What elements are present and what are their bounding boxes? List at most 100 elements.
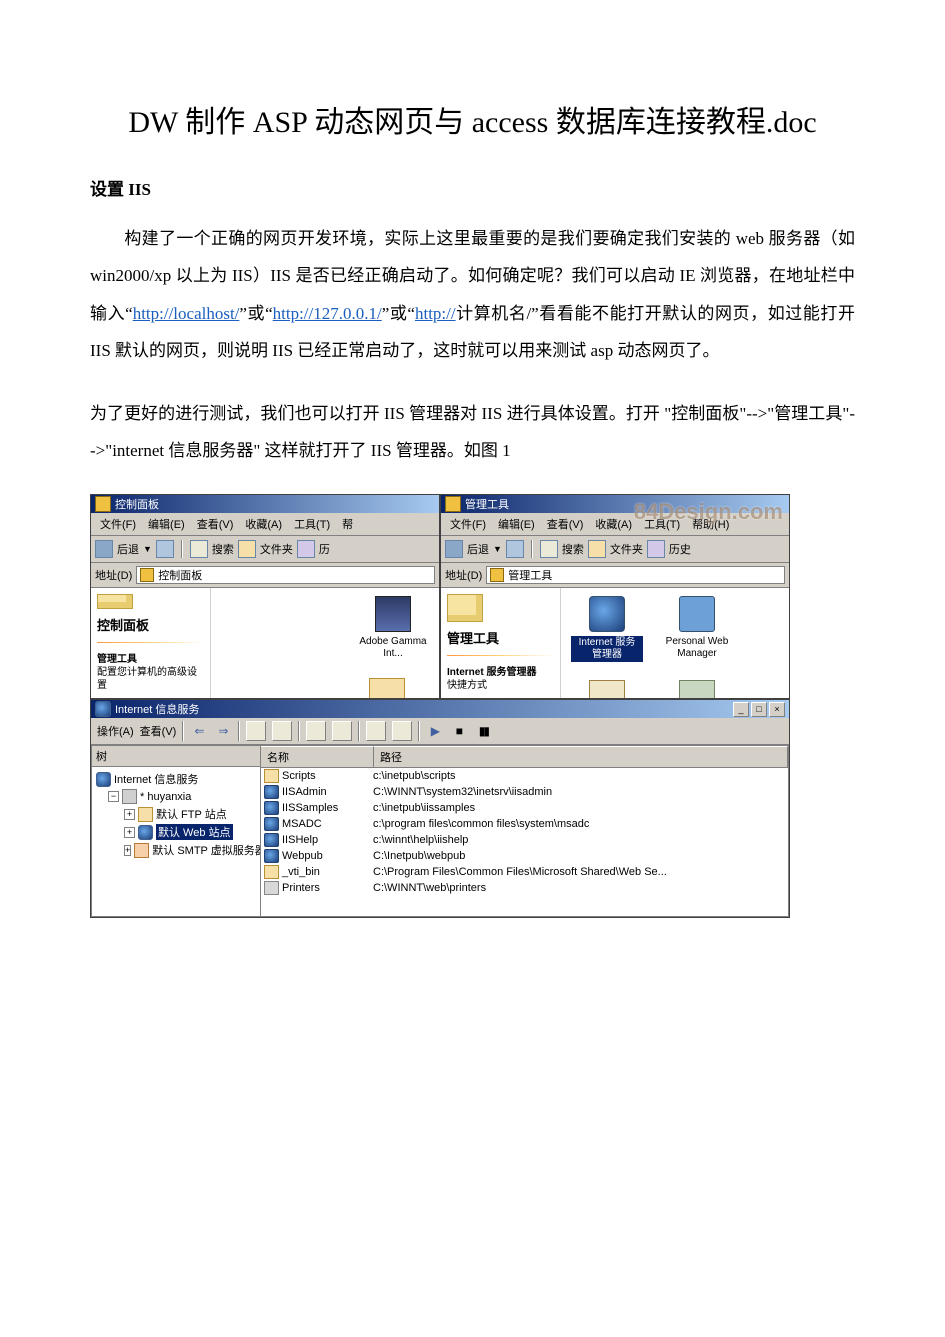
address-bar: 地址(D) 管理工具 — [441, 563, 789, 588]
properties-icon[interactable] — [332, 721, 352, 741]
back-label[interactable]: 后退 — [117, 541, 139, 557]
list-body: Scriptsc:\inetpub\scriptsIISAdminC:\WINN… — [261, 768, 788, 916]
folders-icon[interactable] — [588, 540, 606, 558]
menu-action[interactable]: 操作(A) — [97, 723, 134, 739]
item-name: IISSamples — [282, 802, 338, 814]
back-icon[interactable]: ⇐ — [190, 722, 208, 740]
expand-icon[interactable]: + — [124, 809, 135, 820]
menu-favorites[interactable]: 收藏(A) — [590, 515, 637, 533]
tree-smtp[interactable]: + 默认 SMTP 虚拟服务器 — [94, 841, 258, 859]
internet-services-manager-item[interactable]: Internet 服务管理器 — [571, 596, 643, 662]
ftp-icon — [138, 807, 153, 822]
list-item[interactable]: IISSamplesc:\inetpub\iissamples — [261, 800, 788, 816]
menu-file[interactable]: 文件(F) — [445, 515, 491, 533]
folders-icon[interactable] — [238, 540, 256, 558]
list-item[interactable]: WebpubC:\Inetpub\webpub — [261, 848, 788, 864]
tree-ftp-site[interactable]: + 默认 FTP 站点 — [94, 805, 258, 823]
folders-label[interactable]: 文件夹 — [610, 541, 643, 557]
pane-title: 管理工具 — [447, 628, 554, 647]
tree-default-web-site[interactable]: + 默认 Web 站点 — [94, 823, 258, 841]
pause-icon[interactable]: ▮▮ — [474, 722, 492, 740]
show-hide-icon[interactable] — [272, 721, 292, 741]
history-label[interactable]: 历史 — [669, 541, 691, 557]
back-icon[interactable] — [95, 540, 113, 558]
up-icon[interactable] — [246, 721, 266, 741]
history-icon[interactable] — [647, 540, 665, 558]
forward-icon[interactable] — [506, 540, 524, 558]
link-localhost[interactable]: http://localhost/ — [133, 304, 240, 323]
globe-icon — [96, 772, 111, 787]
forward-icon[interactable]: ⇒ — [214, 722, 232, 740]
stop-icon[interactable]: ■ — [450, 722, 468, 740]
menu-favorites[interactable]: 收藏(A) — [240, 515, 287, 533]
mail-icon — [134, 843, 149, 858]
menu-help[interactable]: 帮 — [337, 515, 358, 533]
folders-label[interactable]: 文件夹 — [260, 541, 293, 557]
odbc-item[interactable]: 数据源 (ODBC) — [661, 680, 733, 698]
search-icon[interactable] — [540, 540, 558, 558]
window-admin-tools: 84Design.com 管理工具 文件(F) 编辑(E) 查看(V) 收藏(A… — [440, 494, 790, 699]
search-label[interactable]: 搜索 — [212, 541, 234, 557]
address-field[interactable]: 管理工具 — [486, 566, 785, 584]
menu-view[interactable]: 查看(V) — [542, 515, 589, 533]
menubar: 文件(F) 编辑(E) 查看(V) 收藏(A) 工具(T) 帮助(H) — [441, 513, 789, 536]
admin-tools-item[interactable]: 管理工具 — [351, 678, 423, 698]
paragraph-1: 构建了一个正确的网页开发环境，实际上这里最重要的是我们要确定我们安装的 web … — [90, 220, 855, 370]
minimize-button[interactable]: _ — [733, 702, 749, 717]
list-item[interactable]: IISHelpc:\winnt\help\iishelp — [261, 832, 788, 848]
list-item[interactable]: IISAdminC:\WINNT\system32\inetsrv\iisadm… — [261, 784, 788, 800]
menu-edit[interactable]: 编辑(E) — [143, 515, 190, 533]
item-path: c:\inetpub\scripts — [370, 770, 788, 782]
col-name-header[interactable]: 名称 — [261, 746, 374, 767]
globe-icon — [264, 833, 279, 847]
menu-edit[interactable]: 编辑(E) — [493, 515, 540, 533]
address-field[interactable]: 控制面板 — [136, 566, 435, 584]
forward-icon[interactable] — [156, 540, 174, 558]
maximize-button[interactable]: □ — [751, 702, 767, 717]
list-item[interactable]: _vti_binC:\Program Files\Common Files\Mi… — [261, 864, 788, 880]
item-path: C:\WINNT\web\printers — [370, 882, 788, 894]
link-127[interactable]: http://127.0.0.1/ — [273, 304, 382, 323]
folder-icon — [264, 769, 279, 783]
delete-icon[interactable] — [306, 721, 326, 741]
folder-icon — [490, 568, 504, 582]
start-icon[interactable]: ▶ — [426, 722, 444, 740]
search-label[interactable]: 搜索 — [562, 541, 584, 557]
item-path: C:\Program Files\Common Files\Microsoft … — [370, 866, 788, 878]
menu-tools[interactable]: 工具(T) — [639, 515, 685, 533]
close-button[interactable]: × — [769, 702, 785, 717]
history-icon[interactable] — [297, 540, 315, 558]
item-path: C:\WINNT\system32\inetsrv\iisadmin — [370, 786, 788, 798]
folder-icon — [447, 594, 483, 621]
list-item[interactable]: MSADCc:\program files\common files\syste… — [261, 816, 788, 832]
menu-tools[interactable]: 工具(T) — [289, 515, 335, 533]
export-icon[interactable] — [392, 721, 412, 741]
item-path: C:\Inetpub\webpub — [370, 850, 788, 862]
refresh-icon[interactable] — [366, 721, 386, 741]
personal-web-manager-item[interactable]: Personal Web Manager — [661, 596, 733, 662]
back-label[interactable]: 后退 — [467, 541, 489, 557]
titlebar-control-panel: 控制面板 — [91, 495, 439, 513]
col-path-header[interactable]: 路径 — [374, 746, 788, 767]
expand-icon[interactable]: + — [124, 827, 135, 838]
list-item[interactable]: PrintersC:\WINNT\web\printers — [261, 880, 788, 896]
address-value: 控制面板 — [158, 567, 202, 583]
expand-icon[interactable]: + — [124, 845, 131, 856]
link-http-computername[interactable]: http:// — [415, 304, 456, 323]
item-label: Personal Web Manager — [661, 636, 733, 660]
menu-help[interactable]: 帮助(H) — [687, 515, 734, 533]
adobe-gamma-item[interactable]: Adobe Gamma Int... — [357, 596, 429, 660]
para1-text-c: ”或“ — [382, 304, 415, 323]
back-icon[interactable] — [445, 540, 463, 558]
event-viewer-item[interactable]: 事件查看器 — [571, 680, 643, 698]
tree-root[interactable]: Internet 信息服务 — [94, 770, 258, 788]
search-icon[interactable] — [190, 540, 208, 558]
menu-view[interactable]: 查看(V) — [140, 723, 177, 739]
collapse-icon[interactable]: − — [108, 791, 119, 802]
history-label[interactable]: 历 — [319, 541, 330, 557]
list-item[interactable]: Scriptsc:\inetpub\scripts — [261, 768, 788, 784]
pane-description: Internet 服务管理器 快捷方式 — [447, 666, 554, 692]
menu-view[interactable]: 查看(V) — [192, 515, 239, 533]
menu-file[interactable]: 文件(F) — [95, 515, 141, 533]
tree-server[interactable]: − * huyanxia — [94, 788, 258, 805]
